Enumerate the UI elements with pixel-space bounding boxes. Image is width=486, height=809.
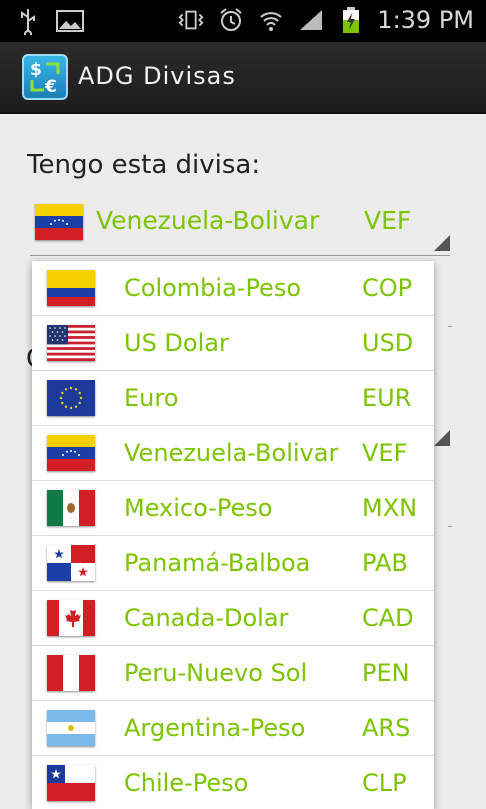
currency-code: EUR bbox=[362, 384, 412, 412]
currency-name: US Dolar bbox=[124, 329, 229, 357]
svg-text:$: $ bbox=[30, 60, 42, 80]
list-item-canada[interactable]: Canada-Dolar CAD bbox=[32, 591, 434, 646]
venezuela-flag-icon bbox=[47, 435, 95, 471]
list-item-argentina[interactable]: Argentina-Peso ARS bbox=[32, 701, 434, 756]
spinner-dropdown-arrow-icon[interactable] bbox=[434, 235, 450, 251]
spinner-edge-2 bbox=[448, 326, 452, 327]
list-item-venezuela[interactable]: Venezuela-Bolivar VEF bbox=[32, 426, 434, 481]
list-item-panama[interactable]: Panamá-Balboa PAB bbox=[32, 536, 434, 591]
have-currency-label: Tengo esta divisa: bbox=[27, 150, 261, 180]
currency-code: PEN bbox=[362, 659, 410, 687]
list-item-euro[interactable]: Euro EUR bbox=[32, 371, 434, 426]
currency-code: MXN bbox=[362, 494, 418, 522]
currency-dropdown-list[interactable]: Colombia-Peso COP US Dolar USD Euro EUR … bbox=[32, 261, 434, 809]
main-content: Tengo esta divisa: Venezuela-Bolivar VEF… bbox=[0, 114, 486, 809]
peru-flag-icon bbox=[47, 655, 95, 691]
signal-icon bbox=[297, 6, 325, 34]
argentina-flag-icon bbox=[47, 710, 95, 746]
currency-name: Venezuela-Bolivar bbox=[124, 439, 339, 467]
currency-name: Mexico-Peso bbox=[124, 494, 273, 522]
list-item-chile[interactable]: Chile-Peso CLP bbox=[32, 756, 434, 809]
canada-flag-icon bbox=[47, 600, 95, 636]
usb-icon bbox=[14, 7, 42, 35]
currency-code: ARS bbox=[362, 714, 411, 742]
currency-code: PAB bbox=[362, 549, 408, 577]
usa-flag-icon bbox=[47, 325, 95, 361]
currency-name: Peru-Nuevo Sol bbox=[124, 659, 308, 687]
svg-text:€: € bbox=[44, 77, 57, 97]
gallery-icon bbox=[56, 7, 84, 35]
wifi-icon bbox=[257, 6, 285, 34]
selected-currency-code: VEF bbox=[364, 206, 412, 235]
spinner-underline bbox=[30, 255, 450, 256]
currency-name: Chile-Peso bbox=[124, 769, 249, 797]
colombia-flag-icon bbox=[47, 270, 95, 306]
have-currency-spinner[interactable]: Venezuela-Bolivar VEF bbox=[30, 194, 450, 254]
selected-currency-name: Venezuela-Bolivar bbox=[96, 206, 320, 235]
clock: 1:39 PM bbox=[377, 6, 474, 34]
currency-name: Panamá-Balboa bbox=[124, 549, 311, 577]
app-title: ADG Divisas bbox=[78, 62, 236, 90]
currency-name: Argentina-Peso bbox=[124, 714, 306, 742]
currency-code: CLP bbox=[362, 769, 407, 797]
alarm-icon bbox=[217, 6, 245, 34]
list-item-colombia[interactable]: Colombia-Peso COP bbox=[32, 261, 434, 316]
panama-flag-icon bbox=[47, 545, 95, 581]
status-bar: 1:39 PM bbox=[0, 0, 486, 42]
dollar-euro-exchange-icon[interactable]: $ € bbox=[22, 54, 68, 100]
action-bar: $ € ADG Divisas bbox=[0, 42, 486, 114]
mexico-flag-icon bbox=[47, 490, 95, 526]
eu-flag-icon bbox=[47, 380, 95, 416]
currency-code: CAD bbox=[362, 604, 414, 632]
currency-name: Colombia-Peso bbox=[124, 274, 302, 302]
list-item-peru[interactable]: Peru-Nuevo Sol PEN bbox=[32, 646, 434, 701]
list-item-mexico[interactable]: Mexico-Peso MXN bbox=[32, 481, 434, 536]
currency-code: COP bbox=[362, 274, 413, 302]
currency-code: USD bbox=[362, 329, 414, 357]
currency-name: Euro bbox=[124, 384, 179, 412]
currency-name: Canada-Dolar bbox=[124, 604, 289, 632]
spinner-dropdown-arrow-icon-2[interactable] bbox=[434, 430, 450, 446]
currency-code: VEF bbox=[362, 439, 408, 467]
spinner-edge-3 bbox=[448, 526, 452, 527]
vibrate-icon bbox=[177, 6, 205, 34]
chile-flag-icon bbox=[47, 765, 95, 801]
list-item-usa[interactable]: US Dolar USD bbox=[32, 316, 434, 371]
venezuela-flag-icon bbox=[35, 204, 83, 240]
battery-charging-icon bbox=[337, 6, 365, 34]
